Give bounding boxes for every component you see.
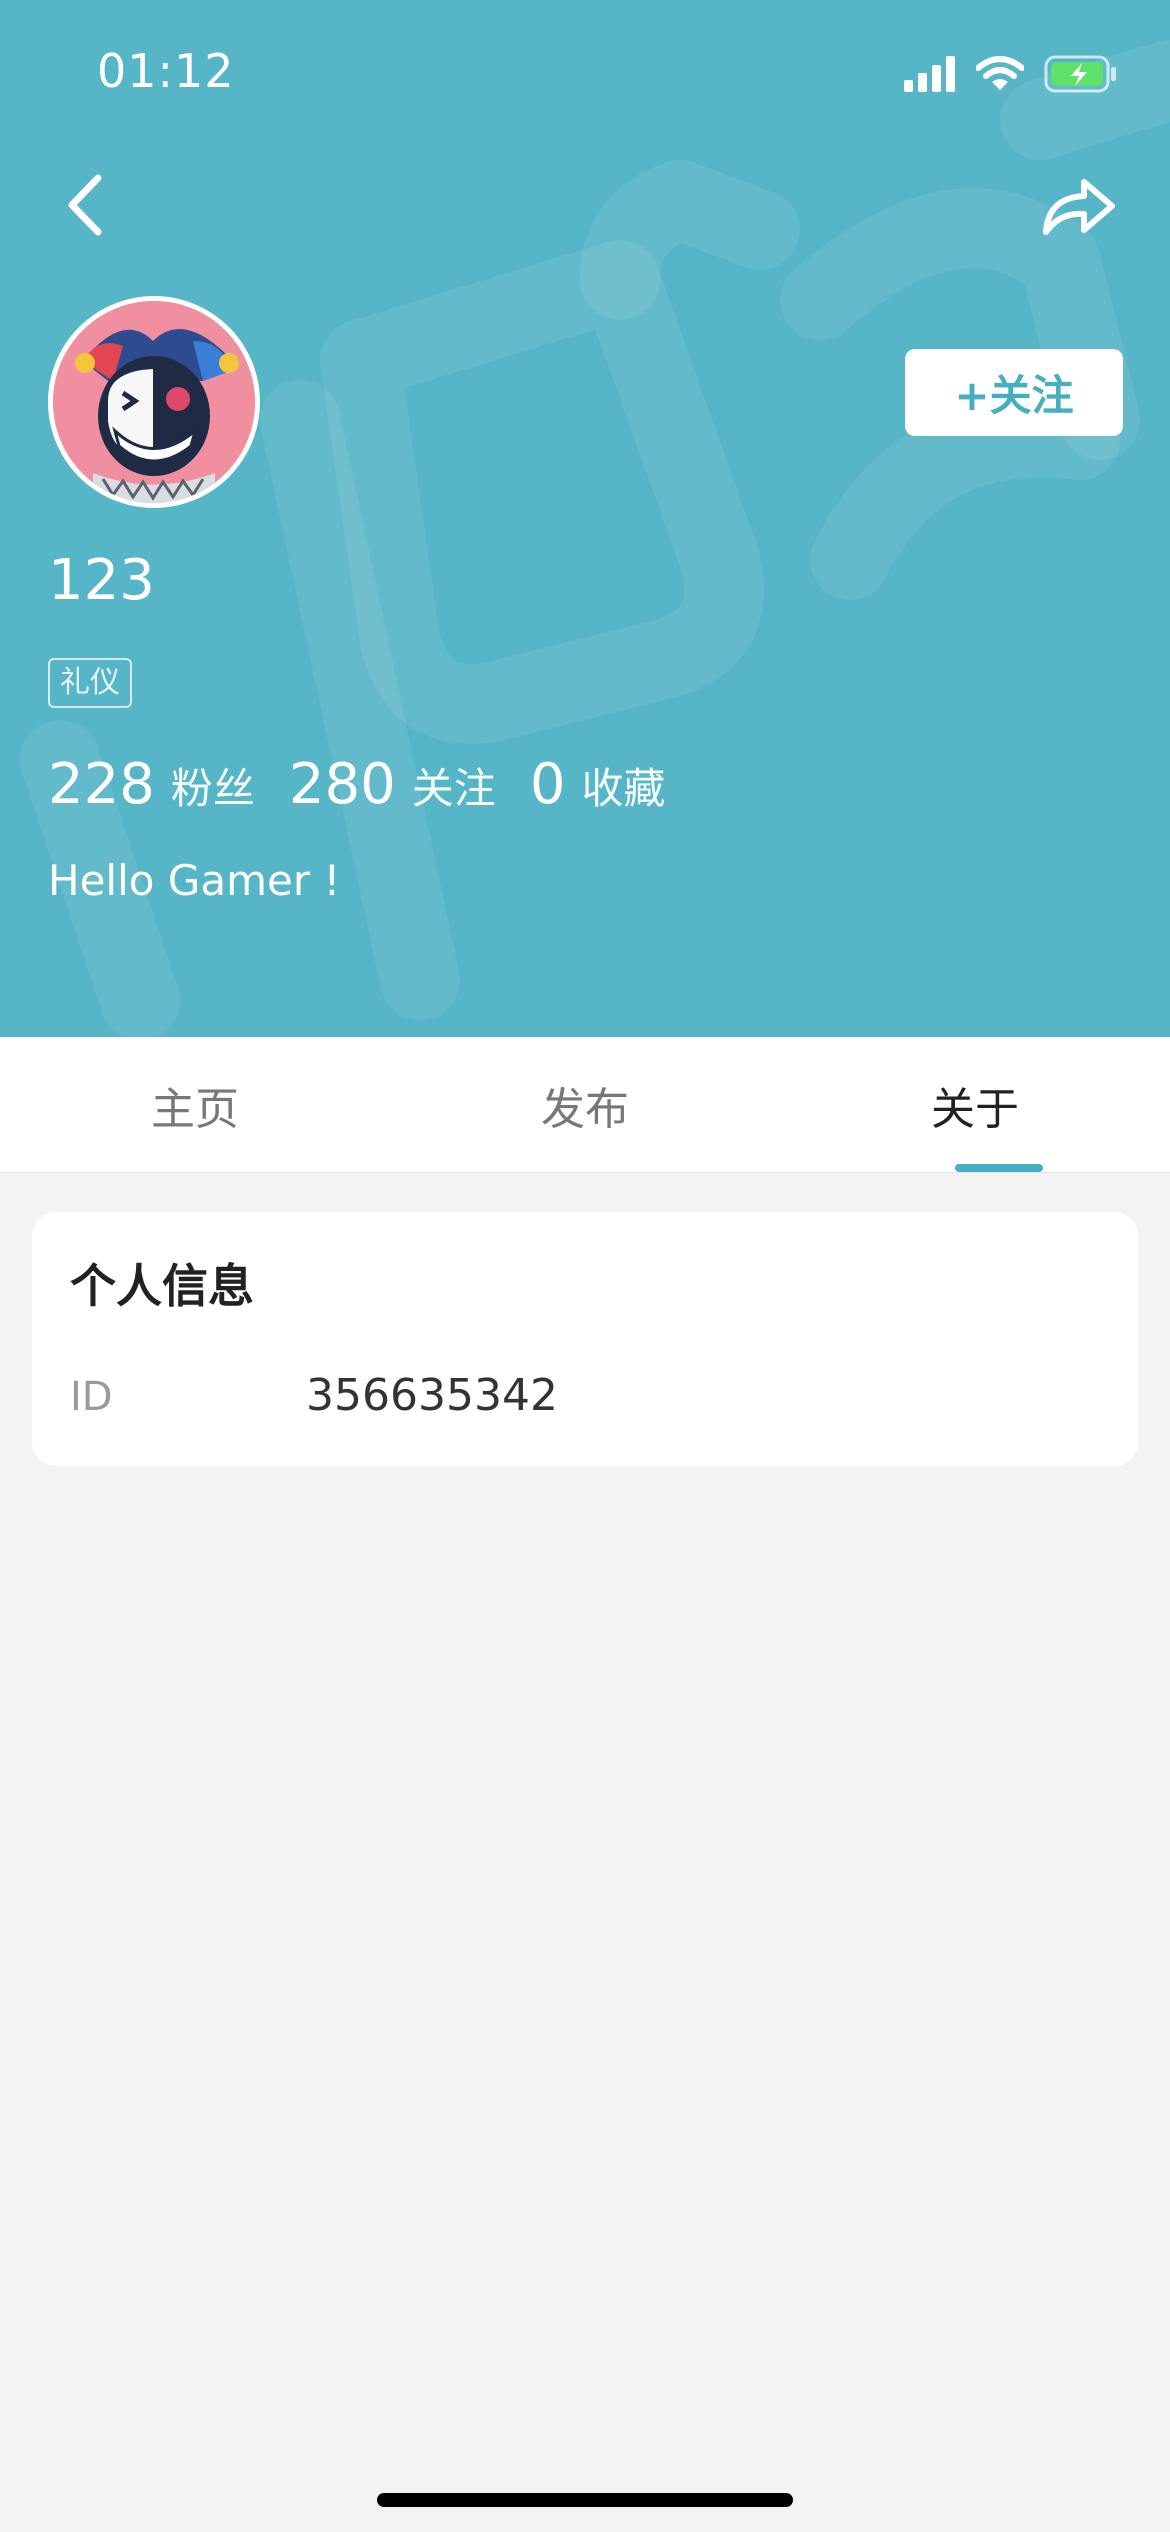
id-label: ID [70,1374,113,1420]
tab-about[interactable]: 关于 [780,1037,1170,1172]
following-count[interactable]: 280 [289,752,396,817]
followers-label[interactable]: 粉丝 [171,755,255,816]
profile-header: 01:12 +关注 123 礼仪 228 粉丝 280 关注 0 收藏 Hell… [0,0,1170,1037]
back-icon[interactable] [56,170,116,240]
bio-text: Hello Gamer ! [48,856,341,905]
signal-icon [904,56,955,92]
tab-posts[interactable]: 发布 [390,1037,780,1172]
avatar[interactable] [48,296,260,508]
favorites-label[interactable]: 收藏 [581,755,665,816]
tab-home[interactable]: 主页 [0,1037,390,1172]
active-tab-indicator [955,1164,1043,1172]
profile-stats: 228 粉丝 280 关注 0 收藏 [48,752,699,817]
username: 123 [48,548,155,613]
followers-count[interactable]: 228 [48,752,155,817]
following-label[interactable]: 关注 [412,755,496,816]
card-title: 个人信息 [70,1259,254,1313]
personal-info-card: 个人信息 ID 356635342 [32,1212,1138,1466]
battery-icon [1044,55,1116,93]
status-icons [904,52,1118,96]
share-icon[interactable] [1038,170,1118,240]
follow-button[interactable]: +关注 [905,349,1123,436]
id-value: 356635342 [306,1370,558,1421]
jester-avatar-icon [53,301,255,503]
profile-tabs: 主页 发布 关于 [0,1037,1170,1173]
tab-about-label: 关于 [931,1083,1019,1135]
home-indicator[interactable] [377,2493,793,2507]
favorites-count[interactable]: 0 [530,752,566,817]
status-time: 01:12 [97,44,235,98]
wifi-icon [976,56,1024,90]
user-tag-badge: 礼仪 [48,658,132,708]
